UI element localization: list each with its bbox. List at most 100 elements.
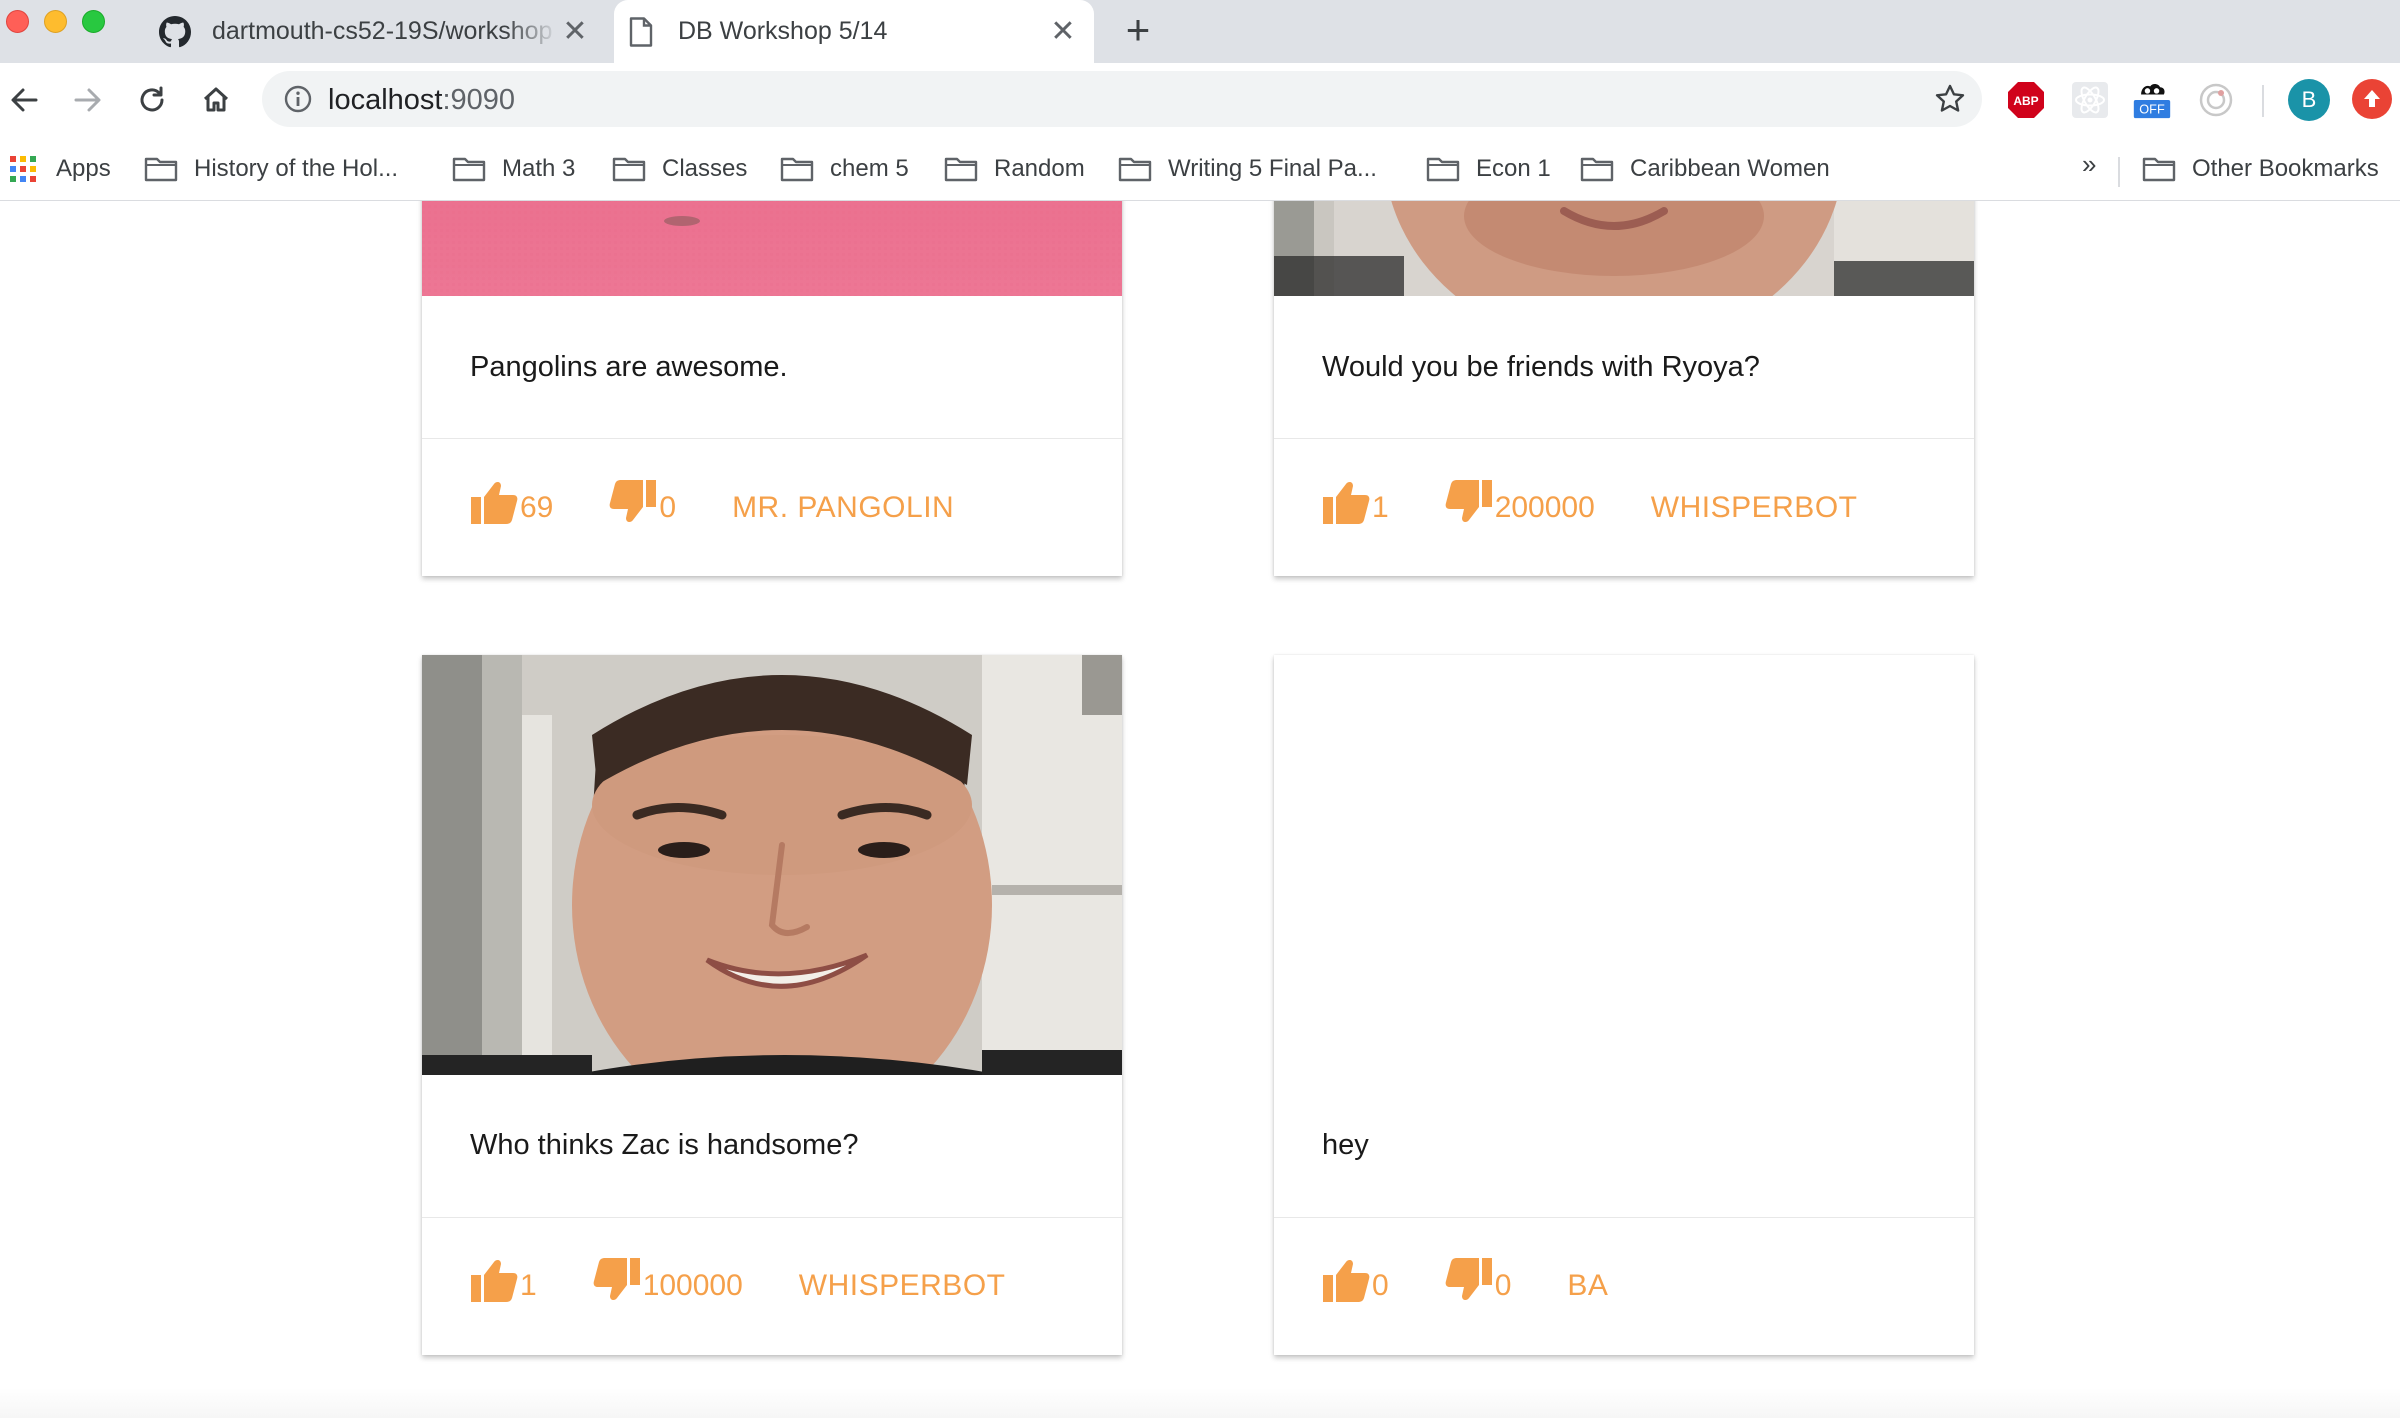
- bookmark-folder[interactable]: History of the Hol...: [144, 149, 398, 189]
- card-divider: [422, 1217, 1122, 1218]
- page-footer-shade: [0, 1388, 2400, 1418]
- browser-toolbar: localhost:9090 ABP OFF B: [0, 63, 2400, 137]
- bookmark-label: Math 3: [502, 155, 576, 182]
- lens-icon: [2199, 83, 2233, 117]
- downvote-button[interactable]: 100000: [593, 1257, 743, 1303]
- home-icon: [203, 87, 229, 112]
- home-button[interactable]: [192, 76, 240, 124]
- post-image: [422, 201, 1122, 296]
- card-divider: [1274, 1217, 1974, 1218]
- close-icon[interactable]: ✕: [558, 15, 592, 49]
- thumbs-down-icon: [593, 1258, 640, 1301]
- upvote-count: 1: [520, 1269, 537, 1302]
- github-icon: [158, 15, 192, 49]
- downvote-button[interactable]: 0: [1445, 1257, 1511, 1303]
- card-divider: [422, 438, 1122, 439]
- apps-grid-icon: [10, 156, 36, 182]
- folder-icon: [944, 157, 978, 182]
- thumbs-down-icon: [1445, 1258, 1492, 1301]
- bookmarks-bar: Apps History of the Hol... Math 3 Classe…: [0, 137, 2400, 201]
- upvote-button[interactable]: 0: [1322, 1257, 1389, 1303]
- bookmark-label: Other Bookmarks: [2192, 155, 2379, 182]
- tab-github[interactable]: dartmouth-cs52-19S/workshop ✕: [150, 0, 612, 63]
- downvote-count: 0: [659, 491, 677, 524]
- arrow-right-icon: [74, 88, 101, 112]
- downvote-count: 200000: [1494, 491, 1595, 524]
- folder-icon: [1118, 157, 1152, 182]
- thumbs-up-icon: [1323, 481, 1370, 524]
- camera-extension-button[interactable]: [2196, 80, 2236, 120]
- upvote-count: 1: [1372, 491, 1389, 524]
- thumbs-down-icon: [1445, 480, 1492, 523]
- post-text: Who thinks Zac is handsome?: [470, 1129, 859, 1161]
- thumbs-up-icon: [471, 1259, 518, 1302]
- bookmark-folder[interactable]: Classes: [612, 149, 747, 189]
- forward-button[interactable]: [64, 76, 112, 124]
- bookmark-folder[interactable]: Caribbean Women: [1580, 149, 1830, 189]
- upvote-count: 0: [1372, 1269, 1389, 1302]
- bookmark-folder[interactable]: Writing 5 Final Pa...: [1118, 149, 1377, 189]
- bookmark-label: Classes: [662, 155, 748, 182]
- upvote-button[interactable]: 69: [470, 479, 553, 525]
- folder-icon: [1580, 157, 1614, 182]
- window-maximize-button[interactable]: [82, 10, 105, 33]
- address-bar[interactable]: localhost:9090: [262, 71, 1982, 127]
- upvote-button[interactable]: 1: [470, 1257, 537, 1303]
- page-content: Pangolins are awesome. 69 0 MR. PANGOLIN: [0, 201, 2400, 1418]
- folder-icon: [1426, 157, 1460, 182]
- adblock-extension-button[interactable]: ABP: [2006, 80, 2046, 120]
- profile-avatar[interactable]: B: [2288, 79, 2330, 121]
- bookmark-label: Random: [994, 155, 1085, 182]
- bookmarks-divider: [2118, 157, 2120, 187]
- post-image: [422, 655, 1122, 1075]
- post-actions: 0 0 BA: [1322, 1247, 1608, 1303]
- folder-icon: [612, 157, 646, 182]
- toolbar-divider: [2262, 85, 2264, 117]
- downvote-button[interactable]: 0: [609, 479, 676, 525]
- close-icon[interactable]: ✕: [1046, 15, 1080, 49]
- bookmark-star-icon[interactable]: [1932, 81, 1968, 117]
- post-author[interactable]: WHISPERBOT: [799, 1271, 1006, 1301]
- bookmark-other[interactable]: Other Bookmarks: [2142, 149, 2379, 189]
- post-card: hey 0 0 BA: [1274, 655, 1974, 1355]
- window-close-button[interactable]: [6, 10, 29, 33]
- thumbs-up-icon: [471, 481, 518, 524]
- react-devtools-extension-button[interactable]: [2070, 80, 2110, 120]
- url-text: localhost:9090: [328, 84, 516, 116]
- tab-db-workshop[interactable]: DB Workshop 5/14 ✕: [614, 0, 1094, 63]
- off-extension-button[interactable]: OFF: [2132, 80, 2172, 120]
- reload-icon: [140, 86, 164, 112]
- bookmark-folder[interactable]: chem 5: [780, 149, 909, 189]
- upvote-count: 69: [520, 491, 554, 524]
- folder-icon: [144, 157, 178, 182]
- info-icon[interactable]: [280, 81, 316, 117]
- bookmark-label: Econ 1: [1476, 155, 1551, 182]
- post-text: Would you be friends with Ryoya?: [1322, 351, 1760, 383]
- new-tab-button[interactable]: +: [1118, 8, 1158, 52]
- bookmark-apps[interactable]: Apps: [10, 149, 111, 189]
- bookmarks-overflow-button[interactable]: »: [2082, 149, 2096, 180]
- back-button[interactable]: [0, 76, 48, 124]
- downvote-button[interactable]: 200000: [1445, 479, 1595, 525]
- window-minimize-button[interactable]: [44, 10, 67, 33]
- post-actions: 69 0 MR. PANGOLIN: [470, 469, 954, 525]
- bookmark-folder[interactable]: Random: [944, 149, 1085, 189]
- tab-strip: dartmouth-cs52-19S/workshop ✕ DB Worksho…: [0, 0, 2400, 63]
- document-icon: [624, 15, 658, 49]
- upvote-button[interactable]: 1: [1322, 479, 1389, 525]
- card-divider: [1274, 438, 1974, 439]
- arrow-up-icon: [2364, 90, 2380, 107]
- bookmark-folder[interactable]: Econ 1: [1426, 149, 1551, 189]
- post-text: hey: [1322, 1129, 1369, 1161]
- thumbs-up-icon: [1323, 1259, 1370, 1302]
- bookmark-folder[interactable]: Math 3: [452, 149, 575, 189]
- update-button[interactable]: [2352, 79, 2392, 119]
- post-image-placeholder: [1274, 655, 1974, 1075]
- post-author[interactable]: BA: [1567, 1271, 1608, 1301]
- post-card: Would you be friends with Ryoya? 1 20000…: [1274, 201, 1974, 576]
- folder-icon: [780, 157, 814, 182]
- post-author[interactable]: WHISPERBOT: [1651, 493, 1858, 523]
- reload-button[interactable]: [128, 76, 176, 124]
- react-icon: [2072, 82, 2108, 118]
- post-author[interactable]: MR. PANGOLIN: [732, 493, 954, 523]
